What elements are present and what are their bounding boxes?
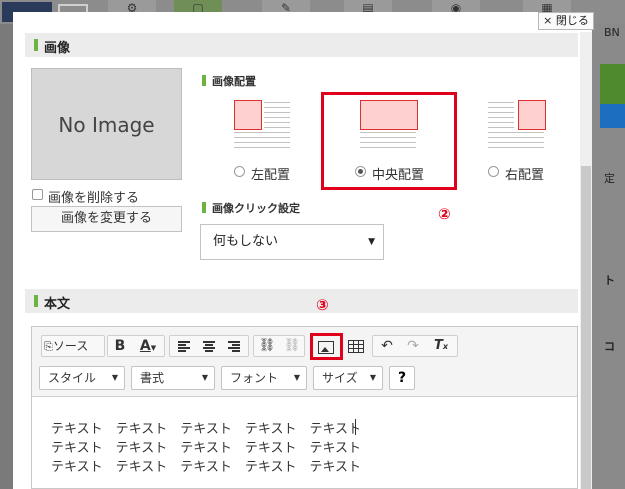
dropdown-arrow-icon: ▼ <box>201 373 208 382</box>
image-section-header <box>25 33 578 57</box>
chevron-down-icon: ▼ <box>150 344 157 352</box>
background-green-block <box>600 64 625 104</box>
close-button[interactable]: × 閉じる <box>538 12 594 30</box>
styles-combo[interactable]: スタイル ▼ <box>39 366 125 390</box>
editor-text-line: テキスト テキスト テキスト テキスト テキスト <box>51 422 362 437</box>
modal-scrollbar-thumb[interactable] <box>581 166 591 489</box>
image-preview: No Image <box>31 68 182 180</box>
redo-button[interactable]: ↷ <box>404 336 422 356</box>
editor-text-line: テキスト テキスト テキスト テキスト テキスト <box>51 441 362 456</box>
dropdown-arrow-icon: ▼ <box>369 373 376 382</box>
link-icon: ⛓ <box>258 338 276 353</box>
table-button[interactable] <box>346 336 366 356</box>
center-placement-radio[interactable] <box>355 166 366 177</box>
remove-format-button[interactable]: Tx <box>430 336 452 356</box>
dropdown-arrow-icon: ▼ <box>111 373 118 382</box>
background-blue-block <box>600 104 625 128</box>
body-section-header <box>25 289 578 313</box>
left-placement-label: 左配置 <box>251 168 291 183</box>
dropdown-arrow-icon: ▼ <box>293 373 300 382</box>
right-placement-label: 右配置 <box>505 168 545 183</box>
section-marker <box>34 295 38 307</box>
click-setting-title: 画像クリック設定 <box>212 202 300 215</box>
background-text: BN <box>604 26 620 39</box>
format-combo[interactable]: 書式 ▼ <box>131 366 215 390</box>
redo-icon: ↷ <box>407 338 419 354</box>
unlink-button[interactable]: ⛓ <box>282 336 302 356</box>
delete-image-checkbox[interactable] <box>32 189 43 200</box>
dropdown-arrow-icon: ▼ <box>368 237 375 247</box>
left-placement-preview[interactable] <box>234 100 290 152</box>
change-image-button[interactable]: 画像を変更する <box>31 206 182 232</box>
body-section-title: 本文 <box>44 297 71 312</box>
source-icon: ⎘ <box>44 340 53 353</box>
text-cursor <box>355 419 356 435</box>
align-right-button[interactable] <box>225 336 243 356</box>
source-button[interactable]: ⎘ソース <box>44 336 102 356</box>
center-placement-preview[interactable] <box>360 100 418 152</box>
font-color-button[interactable]: A▼ <box>135 336 161 356</box>
insert-image-button[interactable] <box>314 337 338 357</box>
center-placement-label: 中央配置 <box>372 168 425 183</box>
section-marker <box>202 202 206 213</box>
remove-format-icon: Tx <box>433 338 449 353</box>
background-text: 定 <box>604 172 615 185</box>
right-placement-preview[interactable] <box>488 100 546 152</box>
click-action-select[interactable]: 何もしない ▼ <box>200 224 384 260</box>
editor-text-line: テキスト テキスト テキスト テキスト テキスト <box>51 460 362 475</box>
align-center-icon <box>203 341 215 352</box>
click-action-value: 何もしない <box>213 234 279 249</box>
align-left-button[interactable] <box>175 336 193 356</box>
size-combo[interactable]: サイズ ▼ <box>313 366 383 390</box>
annotation-3: ③ <box>316 296 329 314</box>
delete-image-label: 画像を削除する <box>48 191 140 206</box>
left-placement-radio[interactable] <box>234 166 245 177</box>
annotation-2: ② <box>438 205 451 223</box>
undo-button[interactable]: ↶ <box>378 336 396 356</box>
section-marker <box>202 75 206 86</box>
image-icon <box>318 341 334 354</box>
image-section-title: 画像 <box>44 41 71 56</box>
section-marker <box>34 39 38 51</box>
unlink-icon: ⛓ <box>283 338 301 353</box>
background-text: コ <box>604 340 615 353</box>
align-left-icon <box>178 341 190 352</box>
right-placement-radio[interactable] <box>488 166 499 177</box>
align-right-icon <box>228 341 240 352</box>
align-center-button[interactable] <box>200 336 218 356</box>
background-text: ト <box>604 274 615 287</box>
bold-button[interactable]: B <box>111 336 129 356</box>
link-button[interactable]: ⛓ <box>257 336 277 356</box>
placement-title: 画像配置 <box>212 75 256 88</box>
table-icon <box>348 340 364 353</box>
undo-icon: ↶ <box>381 338 393 354</box>
font-combo[interactable]: フォント ▼ <box>221 366 307 390</box>
help-button[interactable]: ? <box>389 366 415 390</box>
